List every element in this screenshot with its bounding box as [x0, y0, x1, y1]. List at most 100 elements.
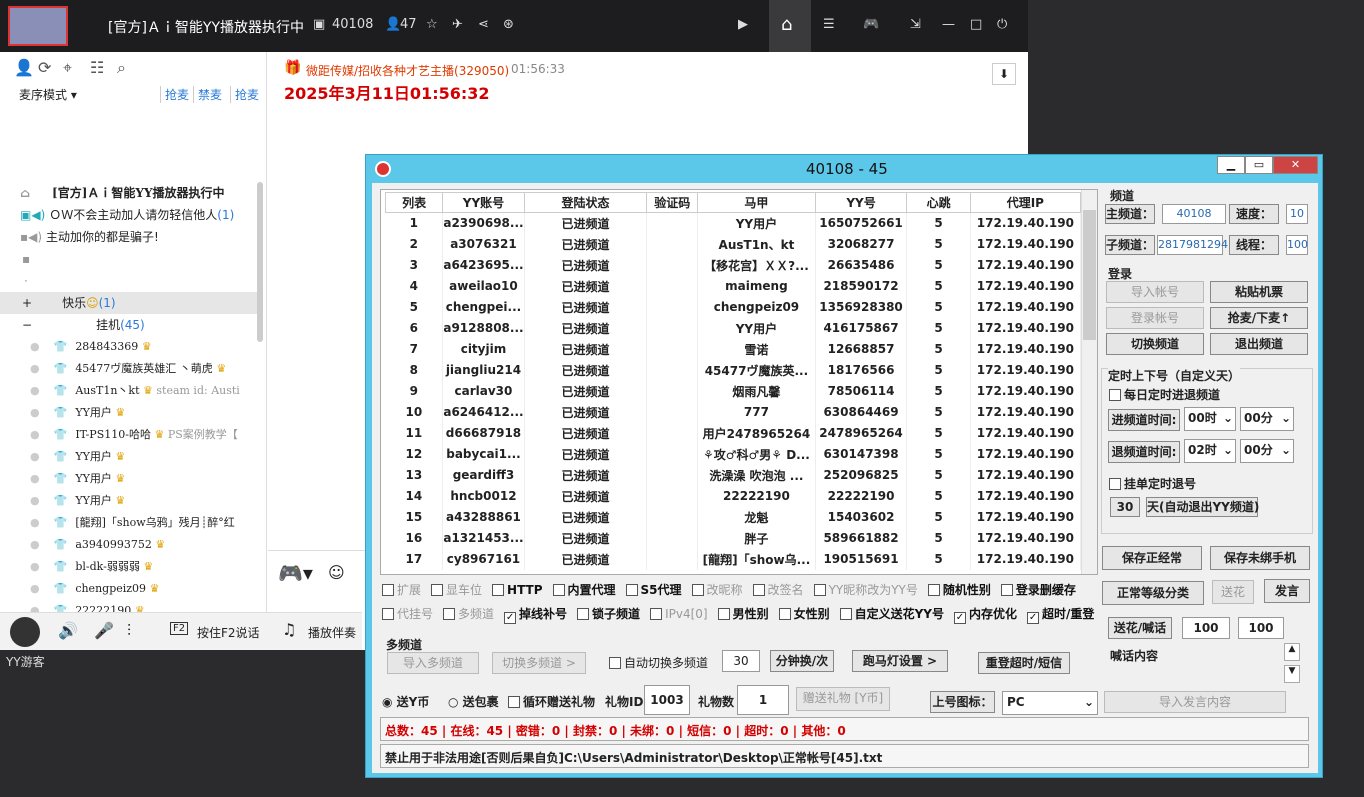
emoji-icon[interactable]: ☺ — [328, 563, 345, 582]
daily-enter-checkbox[interactable]: 每日定时进退频道 — [1109, 386, 1220, 403]
mic-icon[interactable]: 🎤 — [94, 621, 114, 640]
user-row[interactable]: ● 👕 YY用户 ♛ — [0, 468, 262, 490]
search-icon[interactable]: ⌕ — [117, 58, 126, 78]
option-checkbox[interactable]: 自定义送花YY号 — [839, 607, 944, 621]
table-row[interactable]: 10 a6246412... 已进频道 777 630864469 5 172.19.40.… — [385, 401, 1082, 423]
push-to-talk-label[interactable]: 按住F2说话 — [197, 624, 260, 641]
table-row[interactable]: 3 a6423695... 已进频道 【移花宫】ＸＸ?... 26635486 5 172.… — [385, 254, 1082, 276]
table-row[interactable]: 16 a1321453... 已进频道 胖子 589661882 5 172.19.40.1… — [385, 527, 1082, 549]
icon-select[interactable]: PC ⌄ — [1002, 691, 1098, 715]
option-checkbox[interactable]: 显车位 — [431, 583, 482, 597]
hang-exit-checkbox[interactable]: 挂单定时退号 — [1109, 475, 1196, 492]
sub-channel-field[interactable]: 2817981294 — [1157, 235, 1228, 255]
table-row[interactable]: 1 a2390698... 已进频道 YY用户 1650752661 5 172.19.40… — [385, 212, 1082, 234]
user-row[interactable]: ● 👕 bl-dk-弱弱弱 ♛ — [0, 556, 262, 578]
auto-switch-checkbox[interactable]: 自动切换多频道 — [609, 654, 708, 671]
option-checkbox[interactable]: 改签名 — [752, 583, 804, 597]
table-row[interactable]: 15 a43288861 已进频道 龙魁 15403602 5 172.19.40.190 — [385, 506, 1082, 528]
accompaniment-label[interactable]: 播放伴奏 — [308, 624, 356, 641]
column-header[interactable]: YY号 — [814, 192, 908, 213]
channel-row-4[interactable]: · — [0, 270, 262, 292]
location-icon[interactable]: ⌖ — [63, 58, 72, 78]
speed-field[interactable]: 10 — [1286, 204, 1308, 224]
option-checkbox[interactable]: 登录删缓存 — [1000, 583, 1076, 597]
avatar[interactable] — [8, 6, 68, 46]
normal-class-button[interactable]: 正常等级分类 — [1102, 581, 1204, 605]
column-header[interactable]: 登陆状态 — [523, 192, 648, 213]
user-row[interactable]: ● 👕 YY用户 ♛ — [0, 490, 262, 512]
minutes-field[interactable]: 30 — [722, 650, 760, 672]
power-icon[interactable]: ⏻ — [997, 17, 1007, 32]
column-header[interactable]: 列表 — [384, 192, 444, 213]
table-row[interactable]: 13 geardiff3 已进频道 洗澡澡 吹泡泡 ... 252096825 5 172.… — [385, 464, 1082, 486]
mic-tab-3[interactable]: 抢麦 — [230, 86, 259, 103]
table-row[interactable]: 2 a3076321 已进频道 AusT1n、kt 32068277 5 172.19.40… — [385, 233, 1082, 255]
relogin-button[interactable]: 重登超时/短信 — [978, 652, 1070, 674]
table-row[interactable]: 12 babycai1... 已进频道 ⚘攻♂科♂男⚘ D... 630147398 5 1… — [385, 443, 1082, 465]
option-checkbox[interactable]: 女性别 — [778, 607, 830, 621]
scrollbar[interactable] — [257, 182, 263, 342]
exit-minute-select[interactable]: 00分 ⌄ — [1240, 439, 1294, 463]
channel-row-2[interactable]: ▪◀) 主动加你的都是骗子! — [0, 226, 262, 248]
share-icon[interactable]: ⋖ — [478, 17, 489, 32]
user-row[interactable]: ● 👕 YY用户 ♛ — [0, 402, 262, 424]
flower-count-2[interactable]: 100 — [1238, 617, 1284, 639]
option-checkbox[interactable]: ✓ 超时/重登 — [1027, 607, 1094, 624]
minimize-icon[interactable]: — — [942, 17, 955, 32]
shout-scroll-down[interactable]: ▼ — [1284, 665, 1300, 683]
grab-mic-button[interactable]: 抢麦/下麦↑ — [1210, 307, 1308, 329]
column-header[interactable]: 验证码 — [646, 192, 699, 213]
option-checkbox[interactable]: 扩展 — [382, 583, 421, 597]
table-row[interactable]: 9 carlav30 已进频道 烟雨凡馨 78506114 5 172.19.40.190 — [385, 380, 1082, 402]
paste-ticket-button[interactable]: 粘贴机票 — [1210, 281, 1308, 303]
user-row[interactable]: ● 👕 IT-PS110-哈哈 ♛ PS案例教学【 — [0, 424, 262, 446]
table-row[interactable]: 6 a9128808... 已进频道 YY用户 416175867 5 172.19.40.… — [385, 317, 1082, 339]
notes-icon[interactable]: ☷ — [90, 58, 104, 77]
minimize-button[interactable]: ▁ — [1217, 156, 1245, 174]
save-unbound-button[interactable]: 保存未绑手机 — [1210, 546, 1310, 570]
video-icon[interactable]: ▶ — [738, 17, 748, 32]
report-icon[interactable]: ⊛ — [503, 17, 514, 32]
mic-tab-2[interactable]: 禁麦 — [193, 86, 222, 103]
exit-channel-button[interactable]: 退出频道 — [1210, 333, 1308, 355]
send-y-radio[interactable]: ◉ 送Y币 — [382, 693, 429, 710]
speak-button[interactable]: 发言 — [1264, 579, 1310, 603]
group-happy[interactable]: + 快乐☺(1) — [0, 292, 262, 314]
option-checkbox[interactable]: ✓ 掉线补号 — [504, 607, 567, 624]
column-header[interactable]: 代理IP — [969, 192, 1082, 213]
column-header[interactable]: 马甲 — [697, 192, 816, 213]
maximize-button[interactable]: ▭ — [1245, 156, 1273, 174]
user-row[interactable]: ● 👕 chengpeiz09 ♛ — [0, 578, 262, 600]
user-row[interactable]: ● 👕 45477ヴ魔族英雄汇 丶萌虎 ♛ — [0, 358, 262, 380]
user-row[interactable]: ● 👕 AusT1n丶kt ♛ steam id: Austi — [0, 380, 262, 402]
option-checkbox[interactable]: 代挂号 — [382, 607, 433, 621]
option-checkbox[interactable]: 男性别 — [717, 607, 769, 621]
plane-icon[interactable]: ✈ — [452, 17, 463, 32]
music-icon[interactable]: ♫ — [282, 620, 296, 639]
chat-sender[interactable]: 微距传媒/招收各种才艺主播(329050) — [306, 62, 509, 79]
mode-select[interactable]: 麦序模式 ▾ — [19, 86, 77, 103]
marquee-button[interactable]: 跑马灯设置 > — [852, 650, 948, 672]
days-field[interactable]: 30 — [1110, 497, 1140, 517]
gift-num-field[interactable]: 1 — [737, 685, 789, 715]
home-button[interactable]: ⌂ — [769, 0, 811, 52]
mixer-icon[interactable]: ⫶ — [127, 621, 131, 641]
history-icon[interactable]: ⟳ — [38, 58, 51, 77]
channel-root[interactable]: ⌂ [官方]Ａｉ智能YY播放器执行中 — [0, 182, 262, 204]
option-checkbox[interactable]: IPv4[0] — [650, 607, 708, 621]
table-row[interactable]: 7 cityjim 已进频道 雪诺 12668857 5 172.19.40.190 — [385, 338, 1082, 360]
table-row[interactable]: 11 d66687918 已进频道 用户2478965264 2478965264 5 17… — [385, 422, 1082, 444]
gamepad-icon[interactable]: 🎮 — [863, 17, 879, 32]
user-row[interactable]: ● 👕 [龍翔]「show乌鸦」残月┊醉°红 — [0, 512, 262, 534]
main-channel-field[interactable]: 40108 — [1162, 204, 1226, 224]
option-checkbox[interactable]: ✓ 内存优化 — [954, 607, 1017, 624]
option-checkbox[interactable]: 多频道 — [443, 607, 494, 621]
shout-scroll-up[interactable]: ▲ — [1284, 643, 1300, 661]
scroll-thumb[interactable] — [1083, 210, 1096, 340]
gamepad-icon[interactable]: 🎮▾ — [278, 561, 313, 585]
send-package-radio[interactable]: ○ 送包裹 — [448, 693, 499, 710]
table-scrollbar[interactable] — [1081, 190, 1097, 574]
column-header[interactable]: 心跳 — [906, 192, 971, 213]
option-checkbox[interactable]: 改昵称 — [691, 583, 743, 597]
switch-channel-button[interactable]: 切换频道 — [1106, 333, 1204, 355]
